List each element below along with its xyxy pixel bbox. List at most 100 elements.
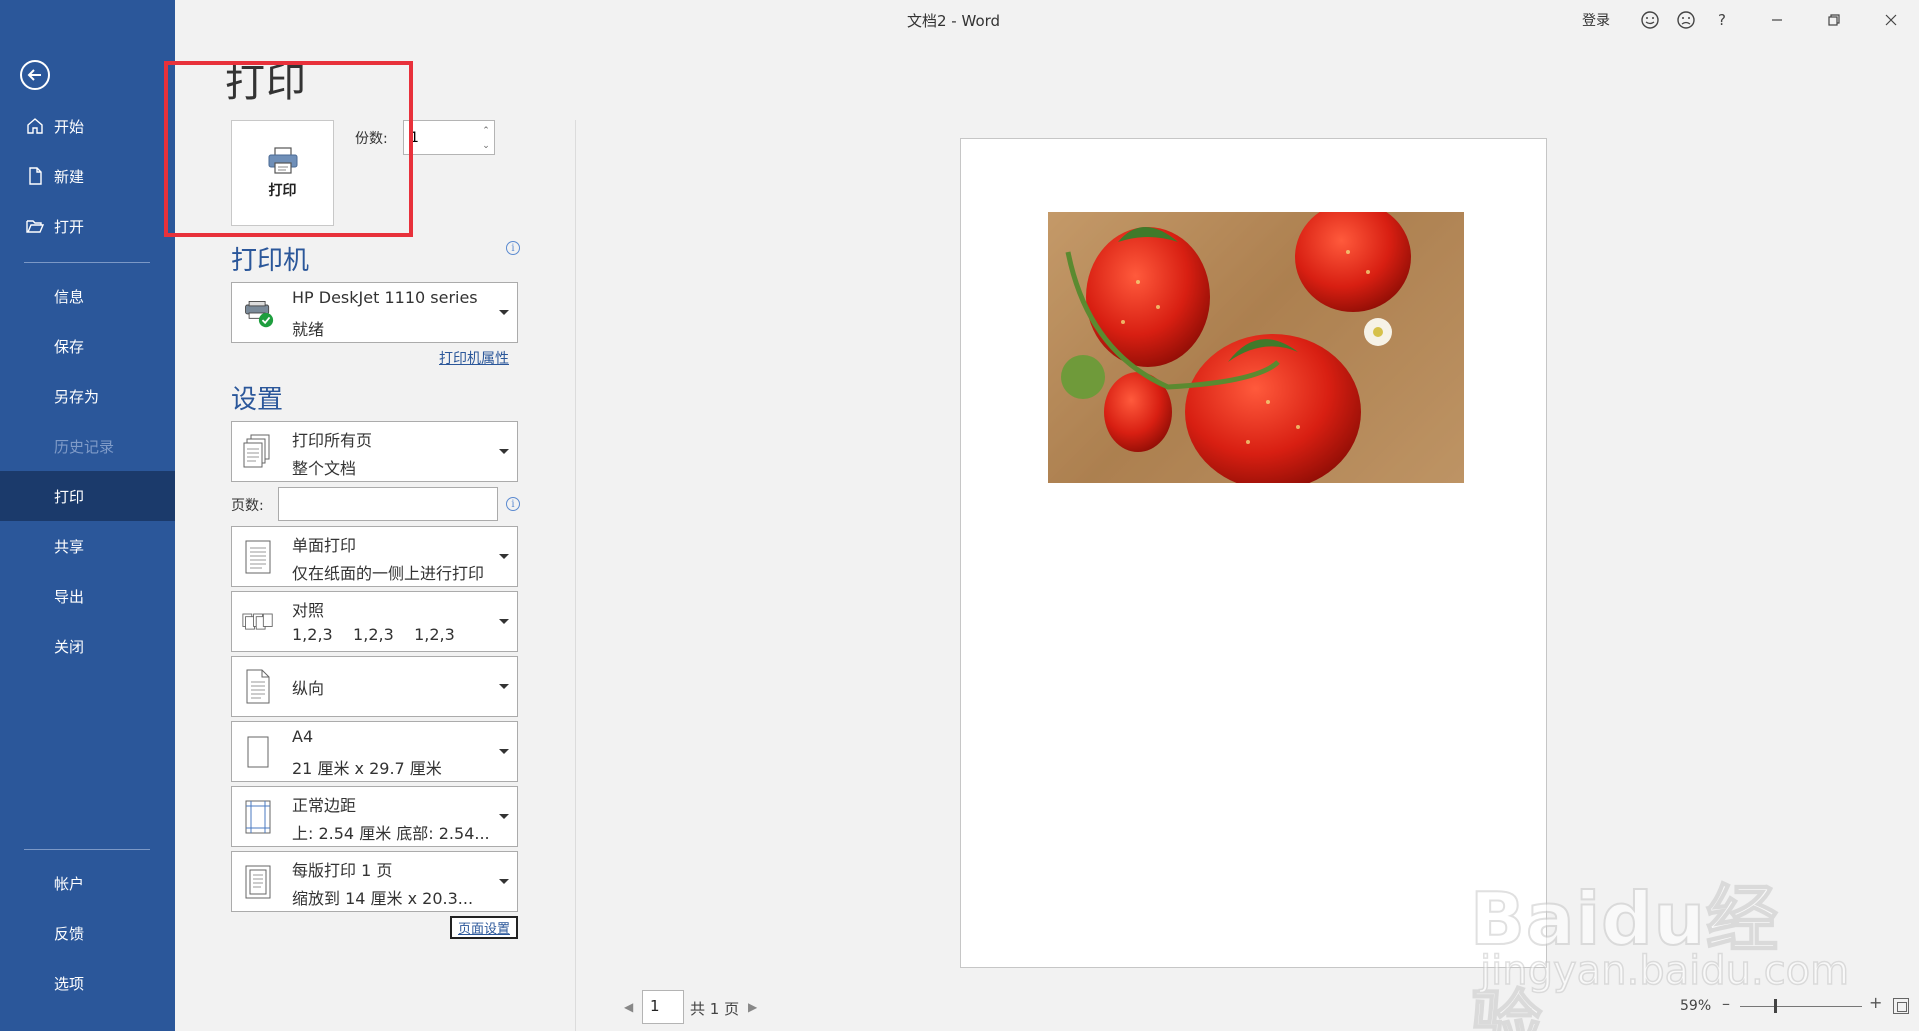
chevron-down-icon xyxy=(499,619,509,624)
sidebar-item-label: 历史记录 xyxy=(54,437,115,456)
sidebar-item-save[interactable]: 保存 xyxy=(0,321,175,371)
sidebar-item-info[interactable]: 信息 xyxy=(0,271,175,321)
margins-detail: 上: 2.54 厘米 底部: 2.54... xyxy=(292,824,490,843)
pages-per-sheet-dropdown[interactable]: 每版打印 1 页 缩放到 14 厘米 x 20.3... xyxy=(231,851,518,912)
sidebar-item-history: 历史记录 xyxy=(0,421,175,471)
current-page-input[interactable]: 1 xyxy=(642,990,684,1024)
collate-icon xyxy=(240,602,276,642)
sidebar-item-label: 另存为 xyxy=(54,387,100,406)
margins-dropdown[interactable]: 正常边距 上: 2.54 厘米 底部: 2.54... xyxy=(231,786,518,847)
new-doc-icon xyxy=(24,165,46,187)
chevron-down-icon xyxy=(499,749,509,754)
sidebar-item-label: 打印 xyxy=(54,487,85,506)
paper-size-detail: 21 厘米 x 29.7 厘米 xyxy=(292,759,442,778)
settings-heading: 设置 xyxy=(231,385,284,415)
orientation-label: 纵向 xyxy=(292,679,325,698)
sidebar-item-home[interactable]: 开始 xyxy=(0,101,175,151)
copies-input[interactable] xyxy=(410,127,470,149)
copies-stepper[interactable]: ⌃ ⌄ xyxy=(403,120,495,155)
sidebar-item-options[interactable]: 选项 xyxy=(0,958,175,1008)
pages-label: 页数: xyxy=(231,498,264,514)
smile-feedback-icon[interactable] xyxy=(1632,0,1668,40)
sidebar-item-label: 保存 xyxy=(54,337,85,356)
open-folder-icon xyxy=(24,215,46,237)
print-range-dropdown[interactable]: 打印所有页 整个文档 xyxy=(231,421,518,482)
paper-size-label: A4 xyxy=(292,727,314,746)
next-page-icon[interactable]: ▶ xyxy=(748,1000,757,1014)
sidebar-item-share[interactable]: 共享 xyxy=(0,521,175,571)
pages-per-sheet-detail: 缩放到 14 厘米 x 20.3... xyxy=(292,889,474,908)
printer-status: 就绪 xyxy=(292,320,325,339)
paper-size-dropdown[interactable]: A4 21 厘米 x 29.7 厘米 xyxy=(231,721,518,782)
baidu-watermark: Baidu经验 jingyan.baidu.com xyxy=(1469,820,1850,1031)
print-range-label: 打印所有页 xyxy=(292,431,373,450)
total-pages: 共 1 页 xyxy=(690,1000,740,1018)
previous-page-icon[interactable]: ◀ xyxy=(624,1000,633,1014)
sides-dropdown[interactable]: 单面打印 仅在纸面的一侧上进行打印 xyxy=(231,526,518,587)
printer-ready-icon xyxy=(240,293,276,333)
sidebar-item-account[interactable]: 帐户 xyxy=(0,858,175,908)
pages-per-sheet-icon xyxy=(240,862,276,902)
copies-down-icon[interactable]: ⌄ xyxy=(480,138,492,153)
printer-properties-link[interactable]: 打印机属性 xyxy=(439,348,509,368)
sides-label: 单面打印 xyxy=(292,536,357,555)
sides-detail: 仅在纸面的一侧上进行打印 xyxy=(292,564,485,583)
info-icon[interactable]: i xyxy=(506,497,520,511)
sidebar-item-label: 导出 xyxy=(54,587,85,606)
copies-up-icon[interactable]: ⌃ xyxy=(480,123,492,138)
sidebar-item-feedback[interactable]: 反馈 xyxy=(0,908,175,958)
sidebar-item-label: 开始 xyxy=(54,117,85,136)
portrait-icon xyxy=(240,667,276,707)
zoom-to-page-icon[interactable] xyxy=(1893,998,1909,1014)
title-bar-controls: 登录 ? xyxy=(1582,0,1919,40)
panel-divider xyxy=(575,120,576,1031)
sidebar-item-new[interactable]: 新建 xyxy=(0,151,175,201)
sidebar-item-export[interactable]: 导出 xyxy=(0,571,175,621)
pages-per-sheet-label: 每版打印 1 页 xyxy=(292,861,393,880)
paper-size-icon xyxy=(240,732,276,772)
sidebar-item-label: 帐户 xyxy=(54,874,85,893)
frown-feedback-icon[interactable] xyxy=(1668,0,1704,40)
minimize-icon[interactable] xyxy=(1748,0,1805,40)
zoom-in-icon[interactable]: + xyxy=(1869,993,1882,1012)
close-icon[interactable] xyxy=(1862,0,1919,40)
all-pages-icon xyxy=(240,432,276,472)
restore-icon[interactable] xyxy=(1805,0,1862,40)
sidebar-item-print[interactable]: 打印 xyxy=(0,471,175,521)
sidebar-divider xyxy=(24,262,150,263)
login-link[interactable]: 登录 xyxy=(1582,10,1610,30)
printer-heading: 打印机 xyxy=(231,246,310,276)
collate-dropdown[interactable]: 对照 1,2,3 1,2,3 1,2,3 xyxy=(231,591,518,652)
page-setup-link[interactable]: 页面设置 xyxy=(450,916,518,939)
chevron-down-icon xyxy=(499,684,509,689)
margins-label: 正常边距 xyxy=(292,796,357,815)
chevron-down-icon xyxy=(499,449,509,454)
single-sided-icon xyxy=(240,537,276,577)
window-title: 文档2 - Word xyxy=(907,12,1001,30)
chevron-down-icon xyxy=(499,879,509,884)
sidebar-item-label: 打开 xyxy=(54,217,85,236)
back-arrow-icon[interactable] xyxy=(20,60,50,90)
collate-detail: 1,2,3 1,2,3 1,2,3 xyxy=(292,625,455,644)
watermark-url-text: jingyan.baidu.com xyxy=(1479,947,1850,995)
strawberries-photo xyxy=(1048,212,1464,483)
printer-name: HP DeskJet 1110 series xyxy=(292,288,478,307)
sidebar-item-label: 反馈 xyxy=(54,924,85,943)
info-icon[interactable]: i xyxy=(506,241,520,255)
sidebar-item-open[interactable]: 打开 xyxy=(0,201,175,251)
orientation-dropdown[interactable]: 纵向 xyxy=(231,656,518,717)
sidebar-item-label: 关闭 xyxy=(54,637,85,656)
sidebar-item-save-as[interactable]: 另存为 xyxy=(0,371,175,421)
watermark-main-text: Baidu经验 xyxy=(1469,876,1779,1031)
sidebar-item-close[interactable]: 关闭 xyxy=(0,621,175,671)
help-icon[interactable]: ? xyxy=(1704,0,1740,40)
printer-dropdown[interactable]: HP DeskJet 1110 series 就绪 xyxy=(231,282,518,343)
sidebar-item-label: 共享 xyxy=(54,537,85,556)
pages-input[interactable] xyxy=(278,487,498,521)
chevron-down-icon xyxy=(499,310,509,315)
chevron-down-icon xyxy=(499,814,509,819)
sidebar-item-label: 选项 xyxy=(54,974,85,993)
highlight-annotation-box xyxy=(164,61,413,237)
margins-icon xyxy=(240,797,276,837)
home-icon xyxy=(24,115,46,137)
